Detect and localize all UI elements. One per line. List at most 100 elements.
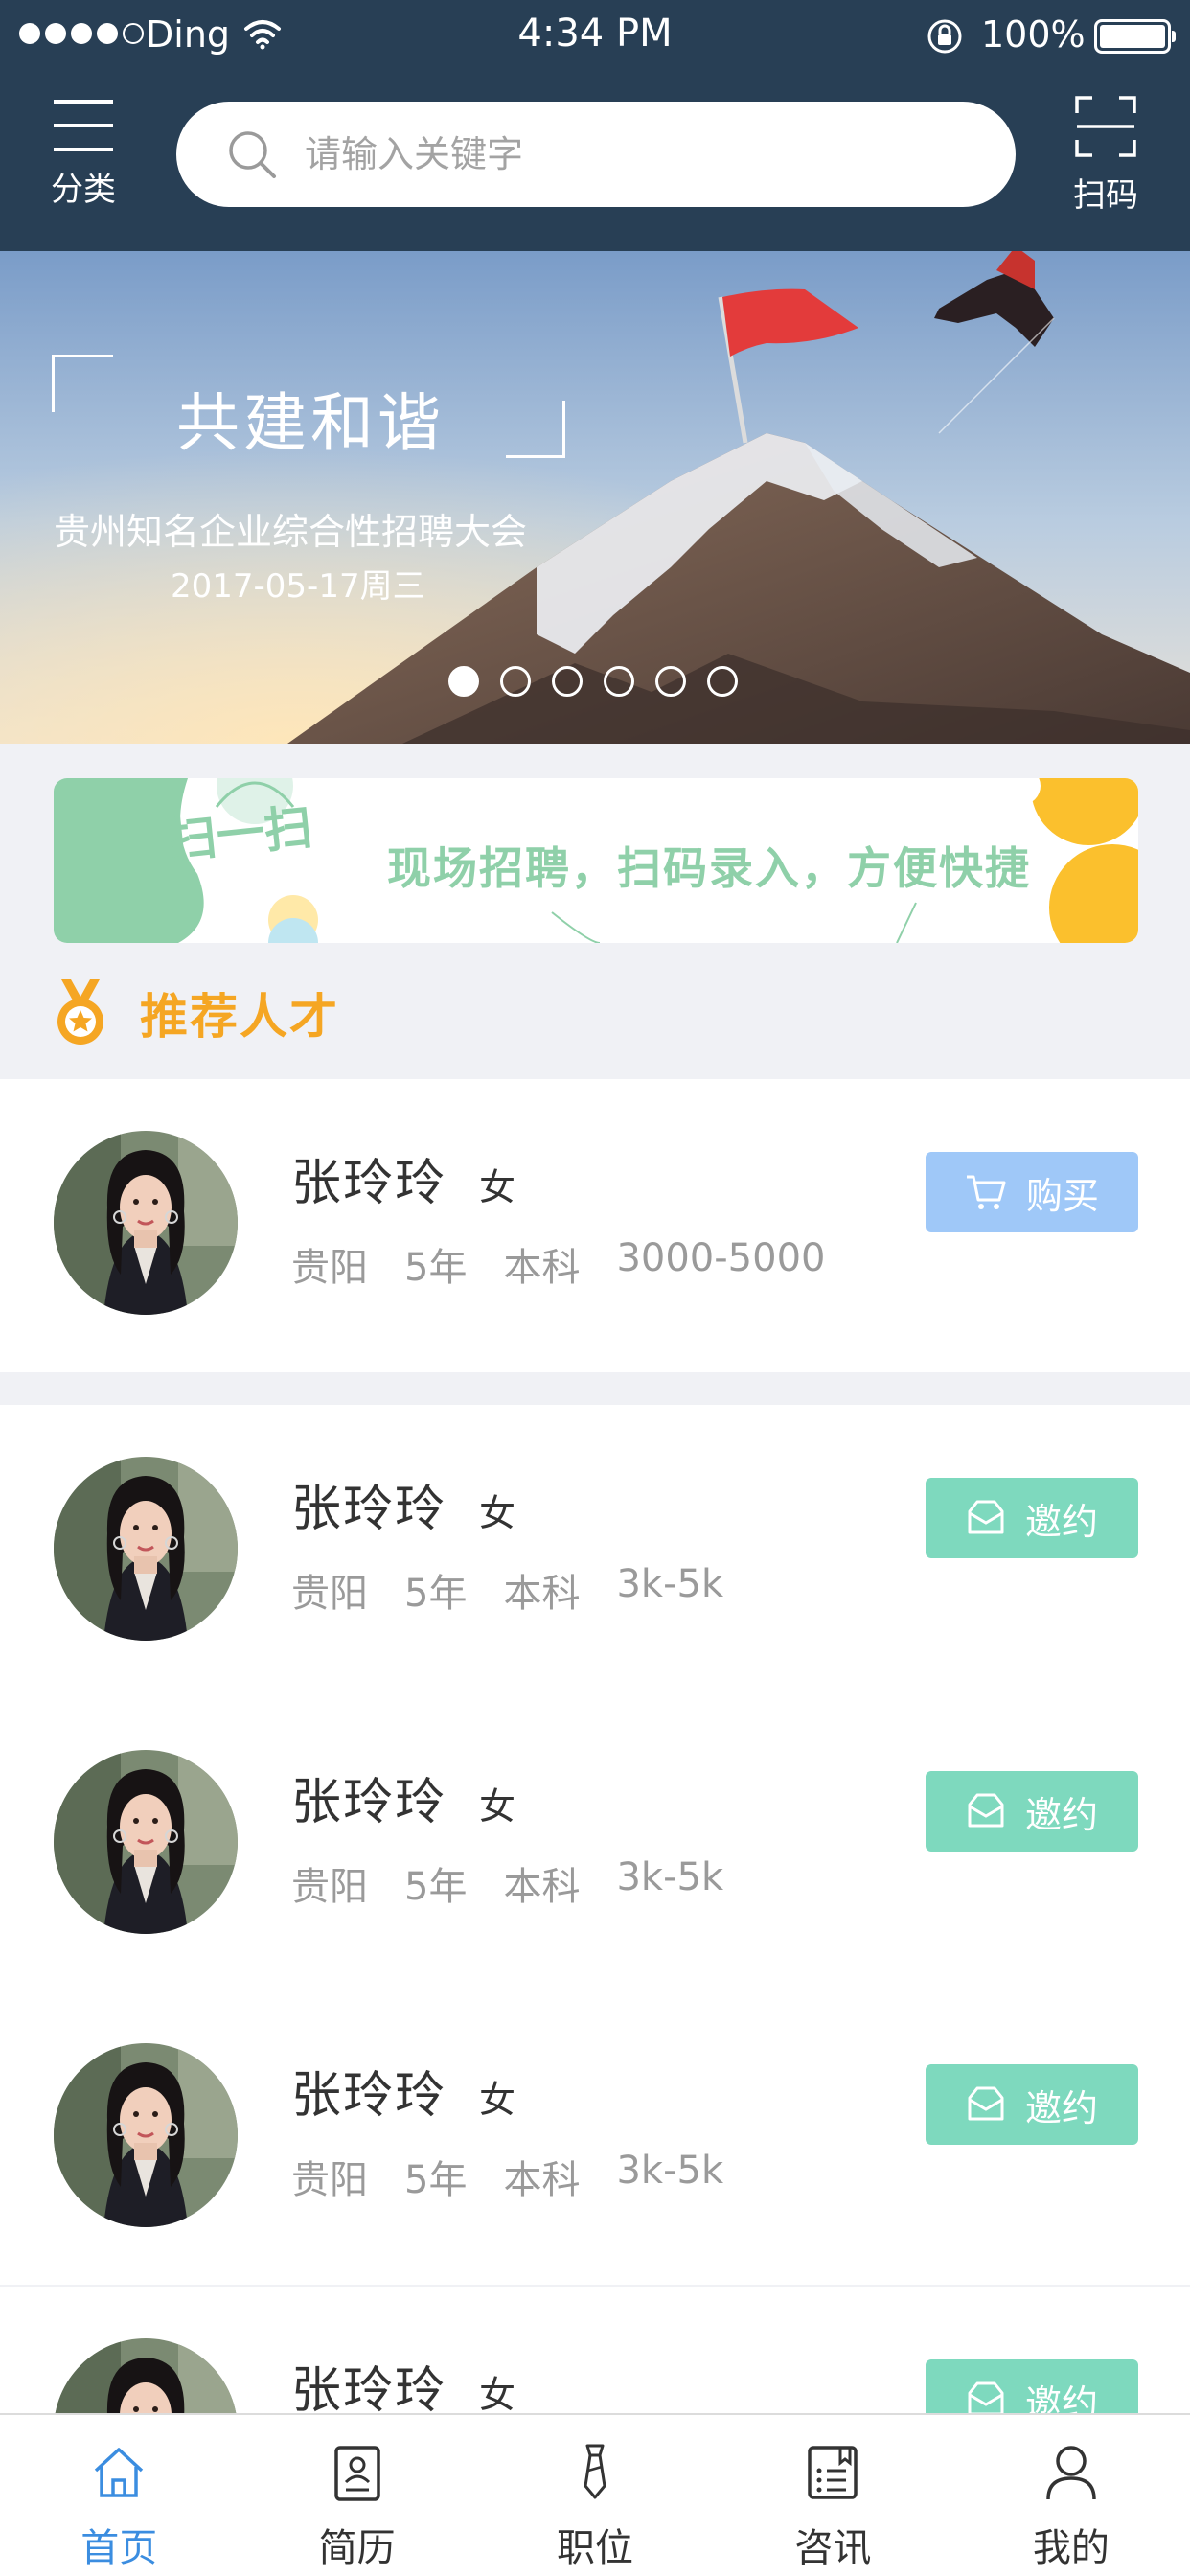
talent-name-text: 张玲玲 bbox=[291, 2067, 447, 2125]
app-screen: Ding 4:34 PM 100% 分类 请输入关键字 扫码 共建和谐 贵州知名… bbox=[0, 0, 1190, 2576]
buy-button[interactable]: 购买 bbox=[926, 1152, 1138, 1232]
invite-button[interactable]: 邀约 bbox=[926, 1478, 1138, 1558]
banner-frame-corner bbox=[52, 355, 113, 412]
talent-name: 张玲玲女 bbox=[291, 1142, 517, 1214]
carousel-indicator bbox=[448, 666, 738, 697]
status-bar: Ding 4:34 PM 100% bbox=[0, 0, 1190, 73]
talent-meta: 贵阳 5年 本科 3k-5k bbox=[291, 1855, 723, 1911]
talent-salary: 3k-5k bbox=[616, 1562, 724, 1606]
talent-salary: 3k-5k bbox=[616, 1855, 724, 1899]
tab-profile[interactable]: 我的 bbox=[952, 2415, 1190, 2576]
news-icon bbox=[808, 2446, 858, 2499]
talent-education: 本科 bbox=[503, 1572, 581, 1616]
talent-card[interactable]: 张玲玲女贵阳 5年 本科 3k-5k 邀约 bbox=[0, 1991, 1190, 2285]
section-header: 推荐人才 bbox=[54, 979, 339, 1046]
action-label: 购买 bbox=[1025, 1174, 1099, 1217]
tab-resume[interactable]: 简历 bbox=[238, 2415, 475, 2576]
banner-title: 共建和谐 bbox=[176, 386, 445, 460]
talent-education: 本科 bbox=[503, 1865, 581, 1909]
banner-frame-corner bbox=[506, 401, 565, 458]
talent-experience: 5年 bbox=[404, 1865, 468, 1909]
talent-name: 张玲玲女 bbox=[291, 1761, 517, 1833]
talent-name: 张玲玲女 bbox=[291, 2350, 517, 2422]
avatar bbox=[54, 1750, 238, 1934]
talent-gender: 女 bbox=[479, 2079, 518, 2121]
tab-label: 我的 bbox=[1032, 2526, 1110, 2570]
action-label: 邀约 bbox=[1024, 1793, 1098, 1836]
talent-card[interactable]: 张玲玲女贵阳 5年 本科 3000-5000 购买 bbox=[0, 1079, 1190, 1372]
carousel-dot[interactable] bbox=[655, 666, 686, 697]
menu-icon bbox=[54, 96, 113, 155]
envelope-icon bbox=[966, 1500, 1006, 1536]
talent-city: 贵阳 bbox=[291, 2158, 368, 2202]
carousel-dot[interactable] bbox=[707, 666, 738, 697]
scan-badge-text: 扫一扫 bbox=[169, 799, 315, 869]
talent-gender: 女 bbox=[479, 1785, 518, 1828]
scan-button[interactable]: 扫码 bbox=[1069, 96, 1142, 215]
talent-meta: 贵阳 5年 本科 3k-5k bbox=[291, 1562, 723, 1618]
top-header: Ding 4:34 PM 100% 分类 请输入关键字 扫码 bbox=[0, 0, 1190, 251]
tab-news[interactable]: 咨讯 bbox=[714, 2415, 951, 2576]
bottom-tab-bar: 首页 简历 职位 咨讯 我的 bbox=[0, 2413, 1190, 2576]
talent-experience: 5年 bbox=[404, 1246, 468, 1290]
tab-label: 咨讯 bbox=[794, 2526, 872, 2570]
promo-text: 现场招聘，扫码录入，方便快捷 bbox=[387, 842, 1031, 894]
invite-button[interactable]: 邀约 bbox=[926, 2064, 1138, 2145]
talent-card[interactable]: 张玲玲女贵阳 5年 本科 3k-5k 邀约 bbox=[0, 1405, 1190, 1698]
scan-label: 扫码 bbox=[1073, 176, 1138, 215]
talent-name-text: 张玲玲 bbox=[291, 1481, 447, 1538]
cart-icon bbox=[965, 1173, 1007, 1211]
carousel-dot[interactable] bbox=[604, 666, 634, 697]
talent-gender: 女 bbox=[479, 1166, 518, 1208]
talent-city: 贵阳 bbox=[291, 1865, 368, 1909]
category-button[interactable]: 分类 bbox=[42, 96, 125, 211]
talent-gender: 女 bbox=[479, 2374, 518, 2416]
talent-name: 张玲玲女 bbox=[291, 2055, 517, 2127]
talent-name-text: 张玲玲 bbox=[291, 1774, 447, 1831]
tab-jobs[interactable]: 职位 bbox=[476, 2415, 714, 2576]
envelope-icon bbox=[966, 1793, 1006, 1829]
banner-subtitle: 贵州知名企业综合性招聘大会 bbox=[54, 511, 528, 553]
envelope-icon bbox=[966, 2086, 1006, 2123]
talent-name-text: 张玲玲 bbox=[291, 2362, 447, 2420]
talent-gender: 女 bbox=[479, 1492, 518, 1534]
talent-salary: 3k-5k bbox=[616, 2149, 724, 2193]
search-bar[interactable] bbox=[176, 102, 1016, 207]
section-title: 推荐人才 bbox=[140, 989, 339, 1045]
banner-carousel[interactable]: 共建和谐 贵州知名企业综合性招聘大会 2017-05-17周三 bbox=[0, 251, 1190, 744]
resume-icon bbox=[333, 2446, 380, 2501]
talent-card[interactable]: 张玲玲女贵阳 5年 本科 3k-5k 邀约 bbox=[0, 1698, 1190, 1991]
user-icon bbox=[1046, 2446, 1096, 2500]
tab-label: 简历 bbox=[318, 2526, 396, 2570]
talent-education: 本科 bbox=[503, 2158, 581, 2202]
battery-icon bbox=[1094, 19, 1176, 54]
scan-badge: 扫一扫 bbox=[169, 799, 315, 869]
carousel-dot[interactable] bbox=[448, 666, 479, 697]
scan-icon bbox=[1075, 96, 1136, 157]
talent-meta: 贵阳 5年 本科 3k-5k bbox=[291, 2149, 723, 2204]
talent-meta: 贵阳 5年 本科 3000-5000 bbox=[291, 1236, 825, 1292]
scan-promo-banner[interactable]: 扫一扫 现场招聘，扫码录入，方便快捷 bbox=[54, 778, 1138, 943]
tab-label: 首页 bbox=[80, 2526, 158, 2570]
battery-percent: 100% bbox=[981, 13, 1086, 56]
invite-button[interactable]: 邀约 bbox=[926, 1771, 1138, 1852]
avatar bbox=[54, 2043, 238, 2227]
avatar bbox=[54, 1131, 238, 1315]
avatar bbox=[54, 1457, 238, 1641]
search-input[interactable] bbox=[305, 133, 975, 175]
tie-icon bbox=[584, 2444, 606, 2499]
tab-home[interactable]: 首页 bbox=[0, 2415, 238, 2576]
banner-date: 2017-05-17周三 bbox=[171, 567, 425, 606]
talent-experience: 5年 bbox=[404, 1572, 468, 1616]
talent-name: 张玲玲女 bbox=[291, 1468, 517, 1540]
talent-city: 贵阳 bbox=[291, 1246, 368, 1290]
talent-education: 本科 bbox=[503, 1246, 581, 1290]
carousel-dot[interactable] bbox=[500, 666, 531, 697]
talent-experience: 5年 bbox=[404, 2158, 468, 2202]
action-label: 邀约 bbox=[1024, 2086, 1098, 2129]
talent-name-text: 张玲玲 bbox=[291, 1155, 447, 1212]
home-icon bbox=[95, 2448, 144, 2497]
carousel-dot[interactable] bbox=[552, 666, 583, 697]
category-label: 分类 bbox=[51, 171, 116, 209]
talent-salary: 3000-5000 bbox=[616, 1236, 826, 1280]
